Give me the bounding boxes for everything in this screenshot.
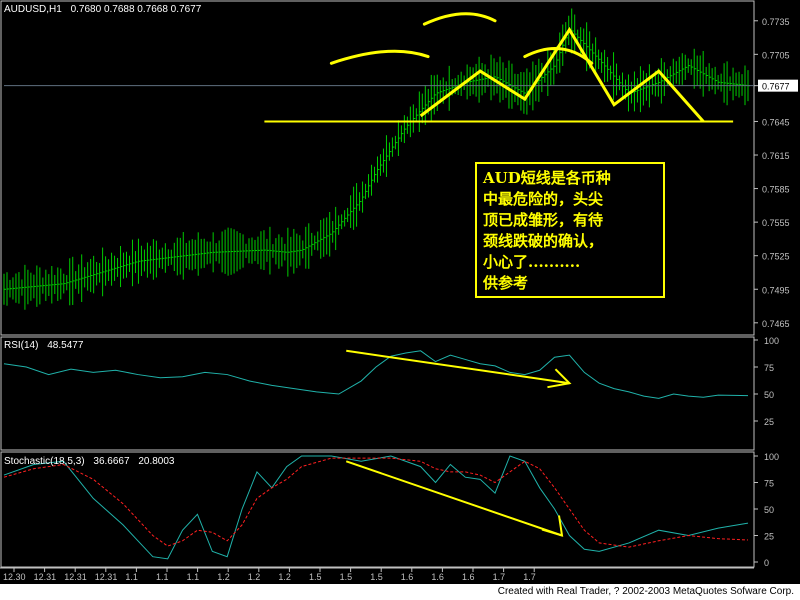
price-tick-label: 0.7645 [762,117,790,127]
rsi-tick-label: 50 [764,390,774,400]
time-tick-label: 1.2 [217,572,230,582]
current-price-label: 0.7677 [762,82,790,92]
time-tick-label: 12.30 [3,572,26,582]
time-tick-label: 1.7 [523,572,536,582]
stoch-trend-arrow [345,460,563,537]
rsi-tick-label: 75 [764,363,774,373]
head-shoulders-line [419,26,705,123]
time-tick-label: 1.2 [278,572,291,582]
time-tick-label: 1.1 [187,572,200,582]
stoch-main-value: 36.6667 [93,456,130,467]
time-tick-label: 1.6 [462,572,475,582]
stoch-axis: 100 75 50 25 0 [754,452,779,568]
shoulder-arc [422,12,497,26]
time-tick-label: 1.7 [493,572,506,582]
price-tick-label: 0.7525 [762,252,790,262]
price-tick-label: 0.7735 [762,17,790,27]
price-axis: 0.7735 0.7705 0.7677 0.7645 0.7615 0.7585 0.75… [754,17,798,329]
time-tick-label: 1.5 [309,572,322,582]
rsi-trend-arrow [346,349,570,385]
chart-canvas: 0.7735 0.7705 0.7677 0.7645 0.7615 0.7585 0.75… [0,0,798,582]
stoch-label: Stochastic(18,5,3) [4,456,85,467]
svg-text:Stochastic(18,5,3) 36.6667: Stochastic(18,5,3) 36.6667 20.8003 [4,456,175,467]
stoch-series [3,455,749,560]
pattern-overlay [4,12,754,123]
rsi-line [3,350,749,399]
svg-text:RSI(14) 48.5477: RSI(14) 48.5477 [4,340,84,351]
stoch-signal-value: 20.8003 [138,456,175,467]
stoch-arrow-head [541,515,564,537]
stoch-tick-label: 0 [764,558,769,568]
price-tick-label: 0.7585 [762,185,790,195]
stoch-tick-label: 50 [764,505,774,515]
price-tick-label: 0.7615 [762,151,790,161]
stoch-panel-frame [0,451,755,568]
price-tick-label: 0.7705 [762,50,790,60]
time-tick-label: 12.31 [64,572,87,582]
stoch-tick-label: 75 [764,479,774,489]
rsi-arrow-head [547,368,572,389]
time-tick-label: 1.1 [125,572,138,582]
rsi-tick-label: 100 [764,336,779,346]
stoch-tick-label: 25 [764,532,774,542]
rsi-tick-label: 25 [764,417,774,427]
rsi-value: 48.5477 [47,340,84,351]
svg-text:AUDUSD,H1 0.7680 0.7688 0.: AUDUSD,H1 0.7680 0.7688 0.7668 0.7677 [4,4,202,15]
symbol-label: AUDUSD,H1 [4,4,62,15]
time-tick-label: 1.5 [370,572,383,582]
rsi-axis: 100 75 50 25 [754,336,779,427]
ohlc-label: 0.7680 0.7688 0.7668 0.7677 [71,4,202,15]
shoulder-arc [329,49,430,65]
time-tick-label: 12.31 [34,572,57,582]
rsi-series [3,349,749,399]
rsi-panel-frame [0,336,755,451]
price-tick-label: 0.7465 [762,319,790,329]
time-tick-label: 1.6 [431,572,444,582]
time-tick-label: 12.31 [95,572,118,582]
annotation-box: AUD短线是各币种 中最危险的，头尖 顶已成雏形，有待 颈线跌破的确认， 小心了… [475,162,665,298]
time-tick-label: 1.2 [248,572,261,582]
time-tick-label: 1.1 [156,572,169,582]
stoch-tick-label: 100 [764,452,779,462]
time-tick-label: 1.6 [401,572,414,582]
footer-credit: Created with Real Trader, ? 2002-2003 Me… [0,584,800,600]
price-tick-label: 0.7495 [762,285,790,295]
time-tick-label: 1.5 [340,572,353,582]
price-tick-label: 0.7555 [762,218,790,228]
time-axis: 12.30 12.31 12.31 12.31 1.1 1.1 1.1 1.2 1.2 1.2 1.… [3,568,536,582]
rsi-label: RSI(14) [4,340,38,351]
